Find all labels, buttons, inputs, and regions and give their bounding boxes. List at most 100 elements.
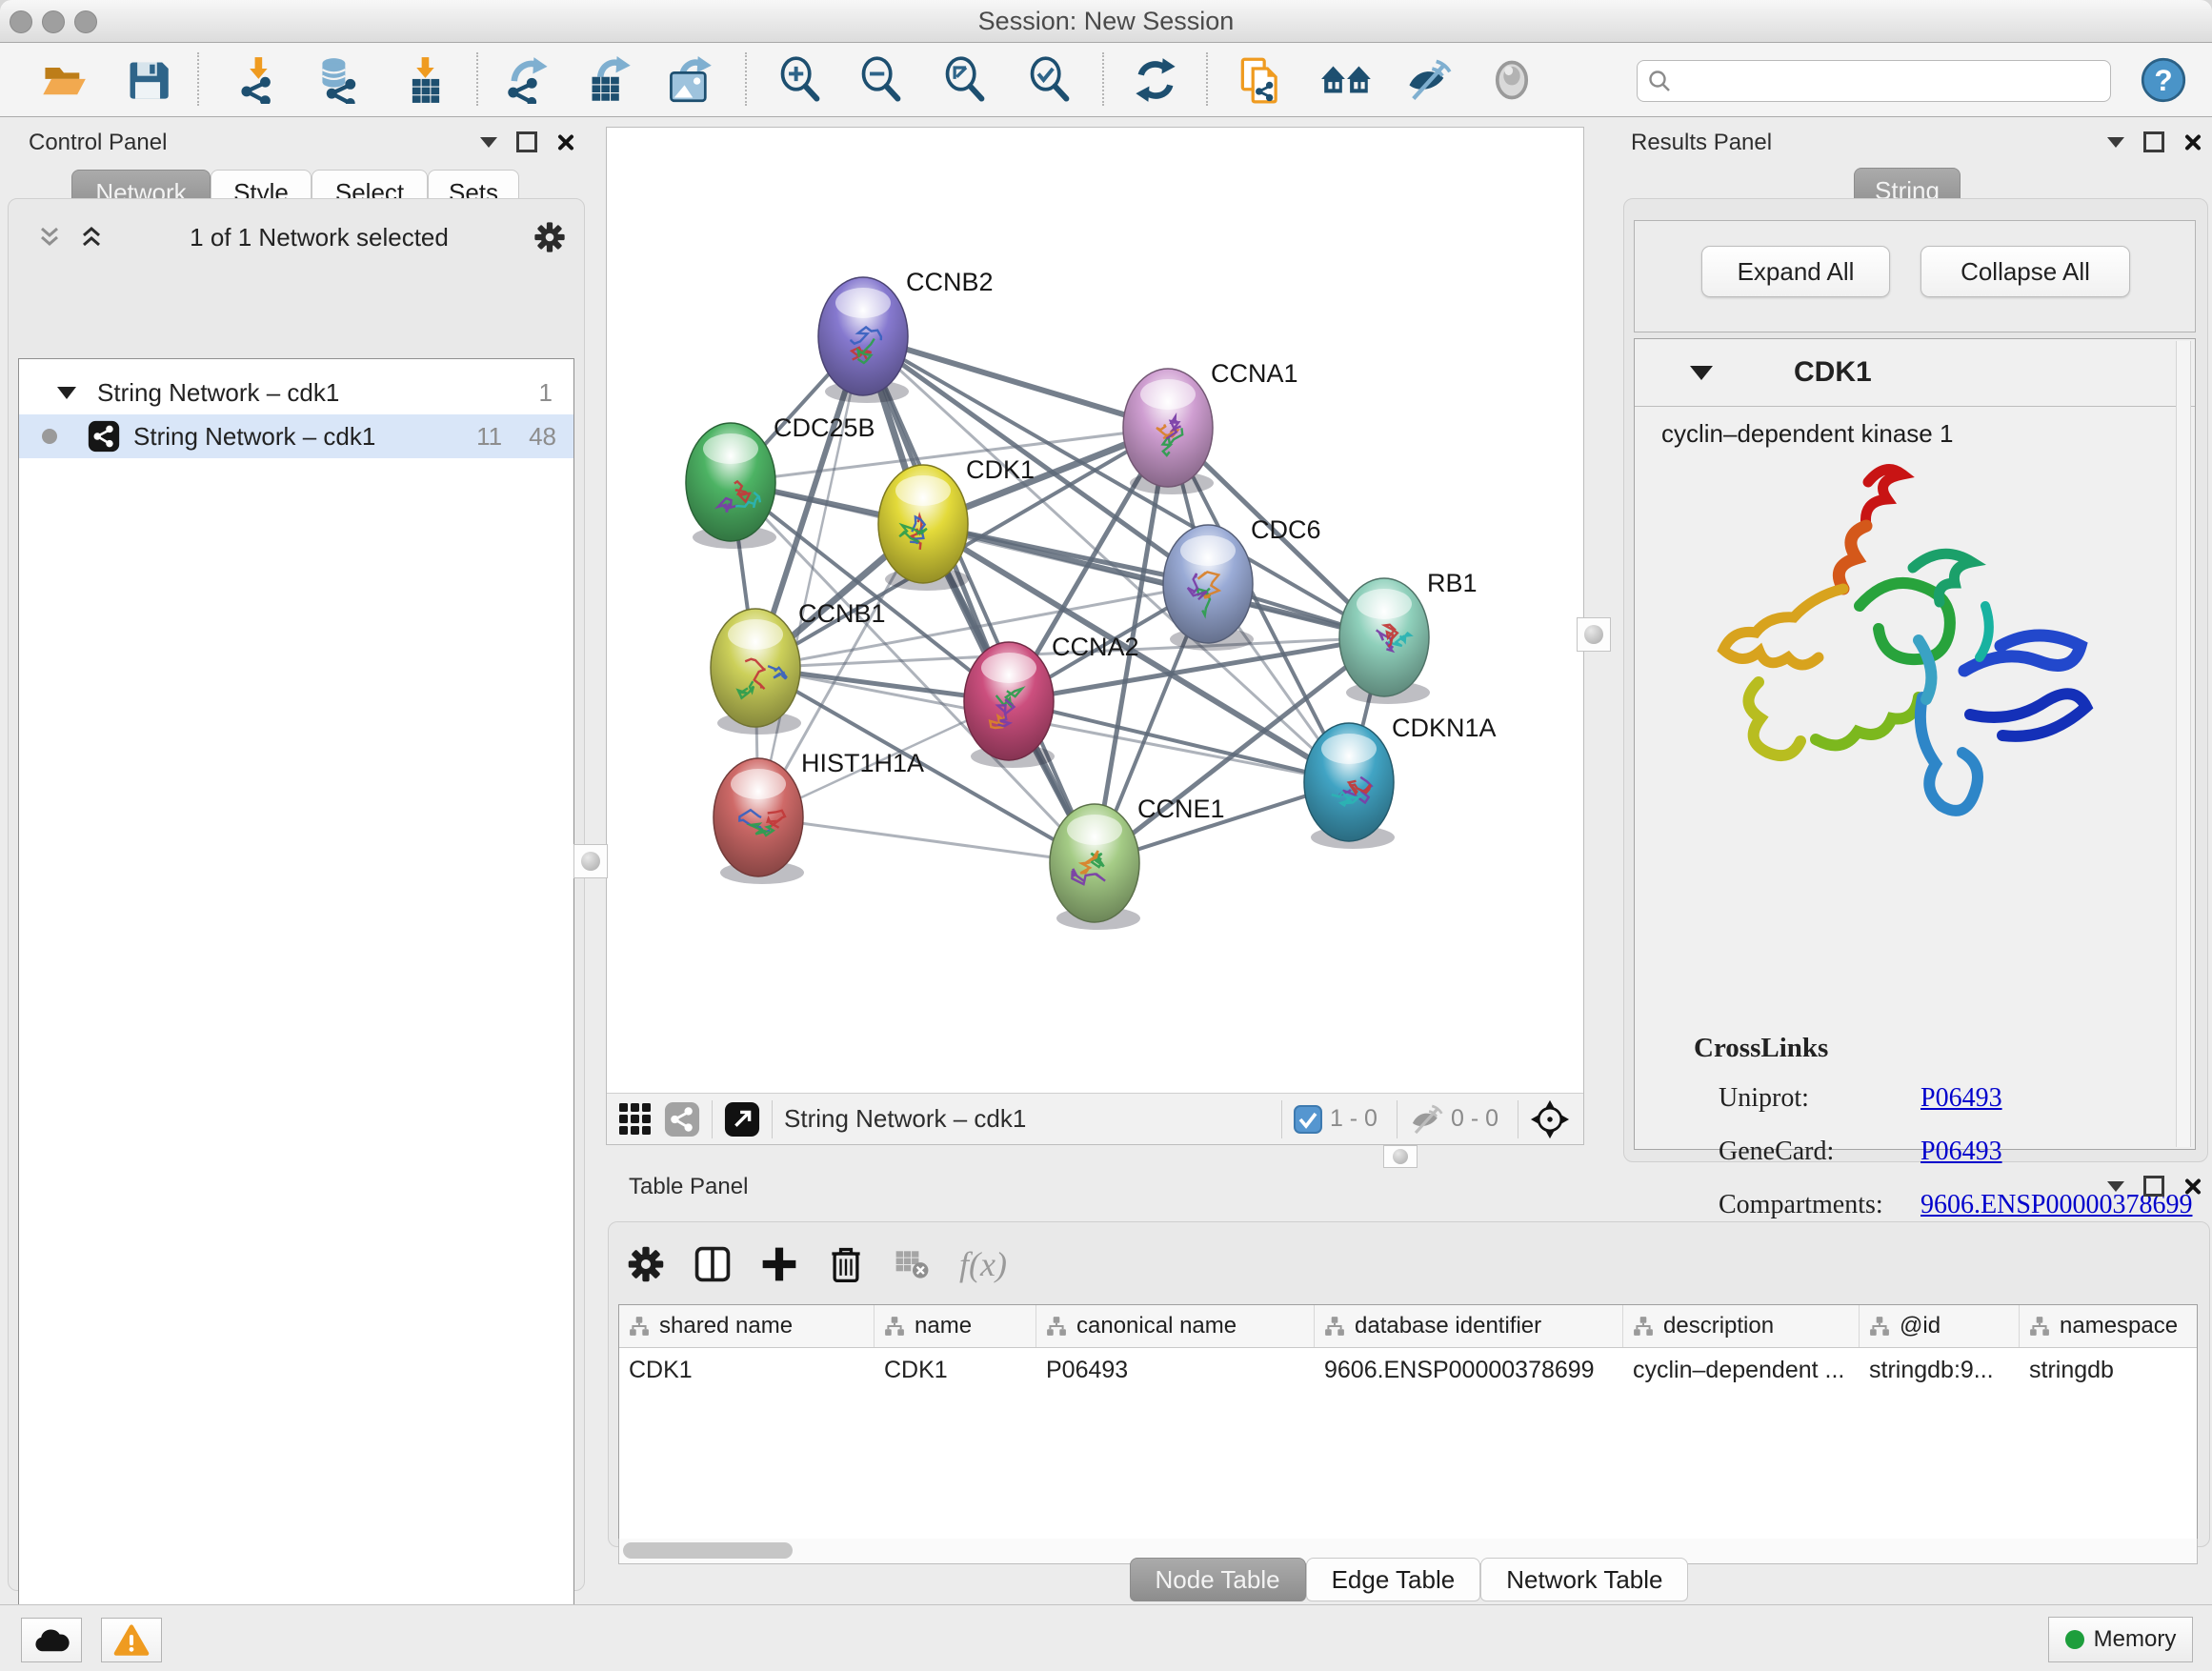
edge-CCNB2-HIST1H1A[interactable] — [758, 336, 863, 817]
warnings-button[interactable] — [101, 1618, 162, 1662]
table-cell[interactable]: stringdb:9... — [1860, 1348, 2020, 1392]
edge-HIST1H1A-CCNE1[interactable] — [758, 817, 1095, 863]
node-CDC25B[interactable] — [686, 423, 776, 549]
results-scrollbar[interactable] — [2176, 341, 2191, 1147]
panel-close-icon[interactable] — [556, 133, 573, 151]
help-icon[interactable]: ? — [2140, 56, 2187, 104]
show-columns-icon[interactable] — [693, 1244, 733, 1284]
panel-menu-icon[interactable] — [480, 137, 497, 148]
bottom-splitter-grip[interactable] — [1383, 1145, 1418, 1168]
export-table-icon[interactable] — [586, 56, 633, 104]
panel-menu-icon[interactable] — [2107, 137, 2124, 148]
node-CCNB2[interactable] — [818, 277, 909, 403]
table-cell[interactable]: cyclin–dependent ... — [1623, 1348, 1860, 1392]
table-options-gear-icon[interactable] — [626, 1244, 666, 1284]
houses-icon[interactable] — [1319, 56, 1375, 104]
save-session-icon[interactable] — [124, 56, 171, 104]
import-table-icon[interactable] — [402, 56, 450, 104]
panel-close-icon[interactable] — [2183, 133, 2201, 151]
node-CCNB1[interactable] — [711, 609, 801, 735]
node-CDKN1A[interactable] — [1304, 723, 1395, 849]
zoom-in-icon[interactable] — [776, 56, 824, 104]
node-label-CDK1: CDK1 — [966, 455, 1035, 484]
network-collection-row[interactable]: String Network – cdk1 1 — [19, 371, 573, 414]
node-count: 11 — [476, 422, 502, 452]
export-image-icon[interactable] — [666, 56, 714, 104]
column-header-name[interactable]: name — [875, 1305, 1036, 1347]
title-bar: Session: New Session — [0, 0, 2212, 43]
collapse-all-chevrons-icon[interactable] — [35, 223, 64, 252]
collapse-triangle-icon[interactable] — [1690, 366, 1713, 380]
node-CCNE1[interactable] — [1050, 804, 1140, 930]
search-box[interactable] — [1637, 60, 2111, 102]
tree-expander-icon[interactable] — [57, 387, 76, 399]
expand-all-button[interactable]: Expand All — [1701, 246, 1890, 297]
node-CCNA1[interactable] — [1123, 369, 1214, 494]
node-CDC6[interactable] — [1163, 525, 1254, 651]
cdk1-card-header[interactable]: CDK1 — [1635, 339, 2195, 407]
grid-view-icon[interactable] — [618, 1102, 653, 1137]
right-splitter-grip[interactable] — [1577, 617, 1611, 652]
panel-float-icon[interactable] — [2143, 131, 2164, 152]
network-view-panel[interactable]: CCNB2CCNA1CDC25BCDK1CDC6RB1CCNB1CCNA2CDK… — [606, 127, 1584, 1145]
panel-float-icon[interactable] — [516, 131, 537, 152]
column-header-database-identifier[interactable]: database identifier — [1315, 1305, 1623, 1347]
crosslink-value-link[interactable]: P06493 — [1920, 1083, 2002, 1114]
crosslink-label: Uniprot: — [1719, 1083, 1920, 1114]
node-CDK1[interactable] — [878, 465, 969, 591]
share-file-icon[interactable] — [1238, 56, 1286, 104]
import-network-from-database-icon[interactable] — [317, 56, 365, 104]
collapse-all-button[interactable]: Collapse All — [1920, 246, 2130, 297]
left-splitter-grip[interactable] — [573, 844, 608, 878]
table-cell[interactable]: CDK1 — [619, 1348, 875, 1392]
table-cell[interactable]: 9606.ENSP00000378699 — [1315, 1348, 1623, 1392]
string-style-icon[interactable] — [664, 1101, 700, 1137]
delete-column-trash-icon[interactable] — [826, 1244, 866, 1284]
tab-network-table[interactable]: Network Table — [1480, 1558, 1688, 1601]
edge-CCNB2-CCNE1[interactable] — [863, 336, 1095, 863]
fit-content-crosshair-icon[interactable] — [1530, 1099, 1570, 1139]
import-network-icon[interactable] — [236, 56, 284, 104]
network-row-selected[interactable]: String Network – cdk1 11 48 — [19, 414, 573, 458]
selected-checkbox-icon[interactable] — [1294, 1105, 1322, 1134]
hide-selected-icon[interactable] — [1404, 56, 1452, 104]
column-header-canonical-name[interactable]: canonical name — [1036, 1305, 1315, 1347]
search-input[interactable] — [1672, 64, 2110, 98]
table-cell[interactable]: stringdb — [2020, 1348, 2198, 1392]
open-session-icon[interactable] — [40, 56, 88, 104]
column-header-namespace[interactable]: namespace — [2020, 1305, 2198, 1347]
node-label-CCNA2: CCNA2 — [1052, 633, 1139, 661]
node-RB1[interactable] — [1339, 578, 1430, 704]
zoom-selected-icon[interactable] — [1026, 56, 1074, 104]
panel-close-icon[interactable] — [2183, 1178, 2201, 1195]
edge-CCNB2-CCNA1[interactable] — [863, 336, 1168, 428]
panel-menu-icon[interactable] — [2107, 1181, 2124, 1192]
scrollbar-thumb[interactable] — [623, 1542, 793, 1559]
table-cell[interactable]: CDK1 — [875, 1348, 1036, 1392]
show-all-icon[interactable] — [1488, 56, 1536, 104]
table-row[interactable]: CDK1CDK1P064939606.ENSP00000378699cyclin… — [619, 1348, 2197, 1392]
hidden-elements-icon[interactable] — [1409, 1102, 1443, 1137]
birds-eye-view-icon[interactable] — [724, 1101, 760, 1137]
network-canvas[interactable]: CCNB2CCNA1CDC25BCDK1CDC6RB1CCNB1CCNA2CDK… — [607, 128, 1583, 1094]
refresh-icon[interactable] — [1132, 56, 1179, 104]
network-options-gear-icon[interactable] — [533, 220, 567, 254]
node-CCNA2[interactable] — [964, 642, 1055, 768]
column-header-description[interactable]: description — [1623, 1305, 1860, 1347]
cloud-status-button[interactable] — [21, 1618, 82, 1662]
tab-node-table[interactable]: Node Table — [1130, 1558, 1306, 1601]
zoom-fit-icon[interactable] — [941, 56, 989, 104]
export-network-icon[interactable] — [505, 56, 553, 104]
zoom-out-icon[interactable] — [857, 56, 905, 104]
panel-float-icon[interactable] — [2143, 1176, 2164, 1197]
table-cell[interactable]: P06493 — [1036, 1348, 1315, 1392]
memory-button[interactable]: Memory — [2048, 1617, 2193, 1662]
crosslink-value-link[interactable]: P06493 — [1920, 1137, 2002, 1167]
column-header-shared-name[interactable]: shared name — [619, 1305, 875, 1347]
column-header--id[interactable]: @id — [1860, 1305, 2020, 1347]
tab-edge-table[interactable]: Edge Table — [1306, 1558, 1481, 1601]
edge-CCNA2-CDKN1A[interactable] — [1009, 701, 1349, 782]
node-HIST1H1A[interactable] — [714, 758, 804, 884]
create-column-plus-icon[interactable] — [759, 1244, 799, 1284]
expand-all-chevrons-icon[interactable] — [77, 223, 106, 252]
